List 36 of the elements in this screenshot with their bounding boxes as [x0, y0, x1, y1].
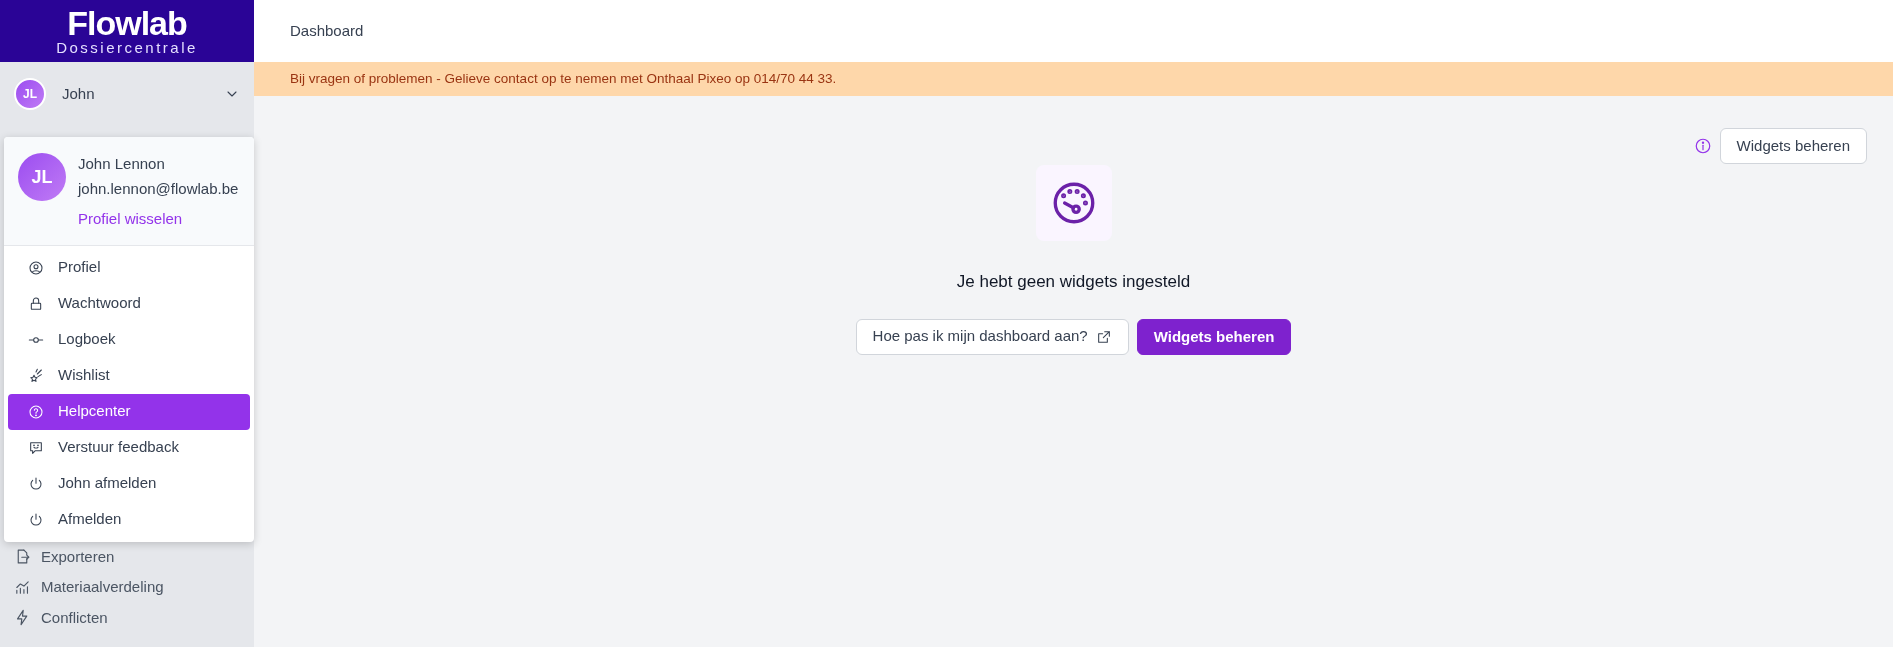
lock-icon — [28, 295, 44, 312]
page-title: Dashboard — [290, 20, 364, 41]
nav-item[interactable]: Conflicten — [0, 602, 254, 633]
nav-item[interactable]: Materiaalverdeling — [0, 572, 254, 603]
power-icon — [28, 475, 44, 492]
menu-item[interactable]: Wishlist — [8, 357, 250, 394]
logo[interactable]: Flowlab Dossiercentrale — [0, 0, 254, 62]
stars-icon — [28, 367, 44, 384]
menu-item[interactable]: Helpcenter — [8, 393, 250, 430]
notice-text: Bij vragen of problemen - Gelieve contact op te nemen met Onthaal Pixeo op 014/70 44 33. — [290, 69, 837, 88]
full-name: John Lennon — [78, 154, 166, 174]
feedback-icon — [28, 439, 44, 456]
logo-title: Flowlab — [67, 5, 187, 40]
avatar: JL — [18, 153, 66, 201]
empty-message: Je hebt geen widgets ingesteld — [956, 271, 1191, 293]
menu-item[interactable]: Verstuur feedback — [8, 429, 250, 466]
avatar[interactable]: JL — [14, 78, 46, 110]
switch-profile-link[interactable]: Profiel wisselen — [78, 208, 239, 231]
menu-item[interactable]: John afmelden — [8, 465, 250, 502]
logo-subtitle: Dossiercentrale — [56, 39, 198, 57]
help-button[interactable]: Hoe pas ik mijn dashboard aan? — [855, 318, 1129, 355]
info-icon — [1693, 137, 1712, 155]
menu-item[interactable]: Logboek — [8, 321, 250, 358]
menu-item[interactable]: Wachtwoord — [8, 285, 250, 322]
manage-widgets-button[interactable]: Widgets beheren — [1719, 128, 1867, 164]
email: john.lennon@flowlab.be — [78, 178, 239, 199]
chart-icon — [14, 578, 31, 596]
external-link-icon — [1095, 328, 1112, 345]
manage-widgets-button[interactable]: Widgets beheren — [1136, 318, 1292, 355]
user-name[interactable]: John — [62, 82, 224, 106]
power-icon — [28, 511, 44, 528]
menu-item[interactable]: Profiel — [8, 249, 250, 286]
user-circle-icon — [28, 259, 44, 276]
nav-item[interactable]: Exporteren — [0, 541, 254, 572]
help-icon — [28, 403, 44, 420]
menu-item[interactable]: Afmelden — [8, 501, 250, 538]
